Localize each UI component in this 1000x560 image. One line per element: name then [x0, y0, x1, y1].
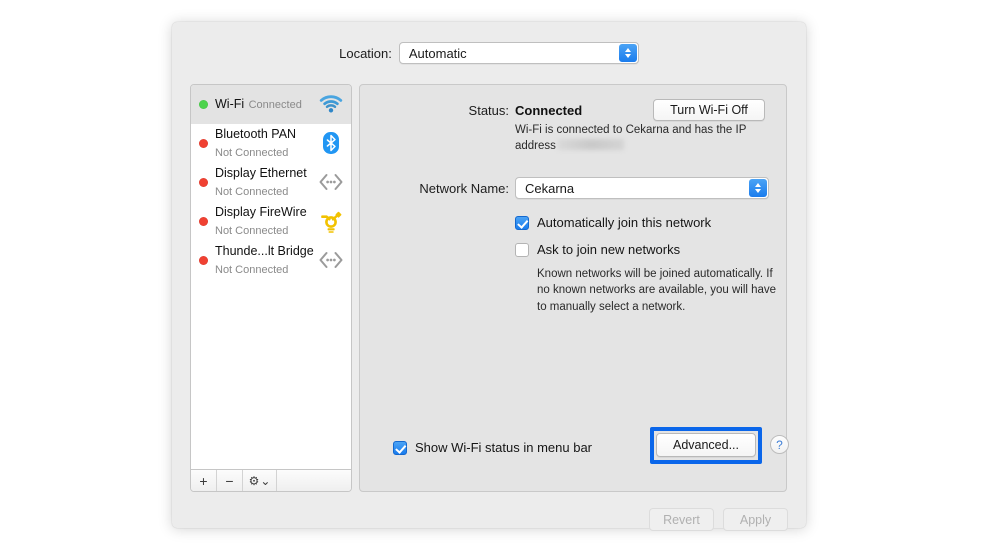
network-name-value: Cekarna — [525, 180, 575, 196]
service-name: Wi-Fi — [215, 96, 245, 111]
location-row: Location: Automatic — [172, 42, 806, 64]
known-networks-note: Known networks will be joined automatica… — [537, 268, 777, 313]
firewire-icon — [317, 208, 345, 234]
service-actions-menu-button[interactable]: ⚙ ⌄ — [243, 470, 277, 491]
thunderbolt-bridge-icon — [317, 247, 345, 273]
advanced-button[interactable]: Advanced... — [656, 433, 756, 457]
network-services-list: Wi-Fi Connected Bluetooth PAN Not Connec… — [191, 85, 351, 469]
advanced-button-label: Advanced... — [672, 438, 739, 452]
status-dot-disconnected — [199, 177, 208, 187]
checkbox-unchecked-icon — [515, 243, 529, 257]
status-description-text: Wi-Fi is connected to Cekarna and has th… — [515, 124, 747, 153]
gear-icon: ⚙ — [248, 473, 260, 488]
service-status: Not Connected — [215, 264, 289, 276]
service-status: Not Connected — [215, 225, 289, 237]
network-name-label: Network Name: — [419, 180, 509, 196]
sidebar-toolbar: + − ⚙ ⌄ — [191, 469, 351, 491]
revert-label: Revert — [663, 512, 700, 527]
service-name: Display Ethernet — [215, 165, 307, 180]
service-status: Connected — [248, 98, 302, 111]
wifi-icon — [317, 91, 345, 117]
ethernet-icon — [317, 169, 345, 195]
chevron-updown-icon — [618, 44, 637, 62]
sidebar-item-display-firewire[interactable]: Display FireWire Not Connected — [191, 202, 351, 241]
bluetooth-icon — [317, 130, 345, 156]
automatically-join-label: Automatically join this network — [537, 215, 712, 230]
turn-wifi-off-button[interactable]: Turn Wi-Fi Off — [653, 99, 765, 121]
sidebar-toolbar-spacer — [277, 470, 351, 491]
show-wifi-status-label: Show Wi-Fi status in menu bar — [415, 440, 593, 455]
service-name: Display FireWire — [215, 204, 307, 219]
turn-wifi-off-label: Turn Wi-Fi Off — [670, 103, 748, 117]
status-dot-connected — [199, 99, 208, 109]
chevron-updown-icon — [749, 179, 767, 197]
help-button[interactable]: ? — [770, 435, 789, 454]
location-label: Location: — [339, 45, 392, 61]
ask-to-join-label: Ask to join new networks — [537, 242, 681, 257]
network-name-dropdown[interactable]: Cekarna — [515, 177, 769, 199]
plus-icon: + — [199, 472, 208, 489]
apply-label: Apply — [739, 512, 772, 527]
service-status: Not Connected — [215, 186, 289, 198]
automatically-join-checkbox[interactable]: Automatically join this network — [515, 215, 711, 230]
checkbox-checked-icon — [515, 216, 529, 230]
remove-service-button[interactable]: − — [217, 470, 243, 491]
location-dropdown-value: Automatic — [408, 45, 467, 61]
status-value: Connected — [515, 103, 583, 118]
location-dropdown[interactable]: Automatic — [398, 42, 639, 64]
status-dot-disconnected — [199, 255, 208, 265]
status-dot-disconnected — [199, 216, 208, 226]
network-preferences-window: Location: Automatic Wi-Fi Connected Blue… — [172, 22, 806, 531]
status-dot-disconnected — [199, 138, 208, 148]
status-label: Status: — [468, 103, 509, 118]
service-name: Thunde...lt Bridge — [215, 243, 314, 258]
network-name-row: Network Name: Cekarna — [360, 177, 786, 199]
revert-button[interactable]: Revert — [649, 508, 714, 531]
sidebar-item-display-ethernet[interactable]: Display Ethernet Not Connected — [191, 163, 351, 202]
wifi-settings-panel: Status: Connected Turn Wi-Fi Off Wi-Fi i… — [359, 84, 789, 492]
sidebar-item-wi-fi[interactable]: Wi-Fi Connected — [191, 85, 351, 124]
sidebar-item-bluetooth-pan[interactable]: Bluetooth PAN Not Connected — [191, 124, 351, 163]
sidebar-item-thunderbolt-bridge[interactable]: Thunde...lt Bridge Not Connected — [191, 241, 351, 280]
ask-to-join-checkbox[interactable]: Ask to join new networks — [515, 242, 680, 257]
redacted-ip-address — [557, 139, 624, 151]
service-name: Bluetooth PAN — [215, 126, 297, 141]
network-services-sidebar: Wi-Fi Connected Bluetooth PAN Not Connec… — [190, 84, 352, 492]
service-status: Not Connected — [215, 147, 289, 159]
minus-icon: − — [225, 472, 234, 489]
status-description: Wi-Fi is connected to Cekarna and has th… — [515, 122, 749, 155]
show-wifi-status-checkbox[interactable]: Show Wi-Fi status in menu bar — [393, 440, 592, 455]
add-service-button[interactable]: + — [191, 470, 217, 491]
question-mark-icon: ? — [776, 437, 783, 452]
chevron-down-icon: ⌄ — [260, 473, 271, 488]
checkbox-checked-icon — [393, 440, 407, 455]
apply-button[interactable]: Apply — [723, 508, 788, 531]
